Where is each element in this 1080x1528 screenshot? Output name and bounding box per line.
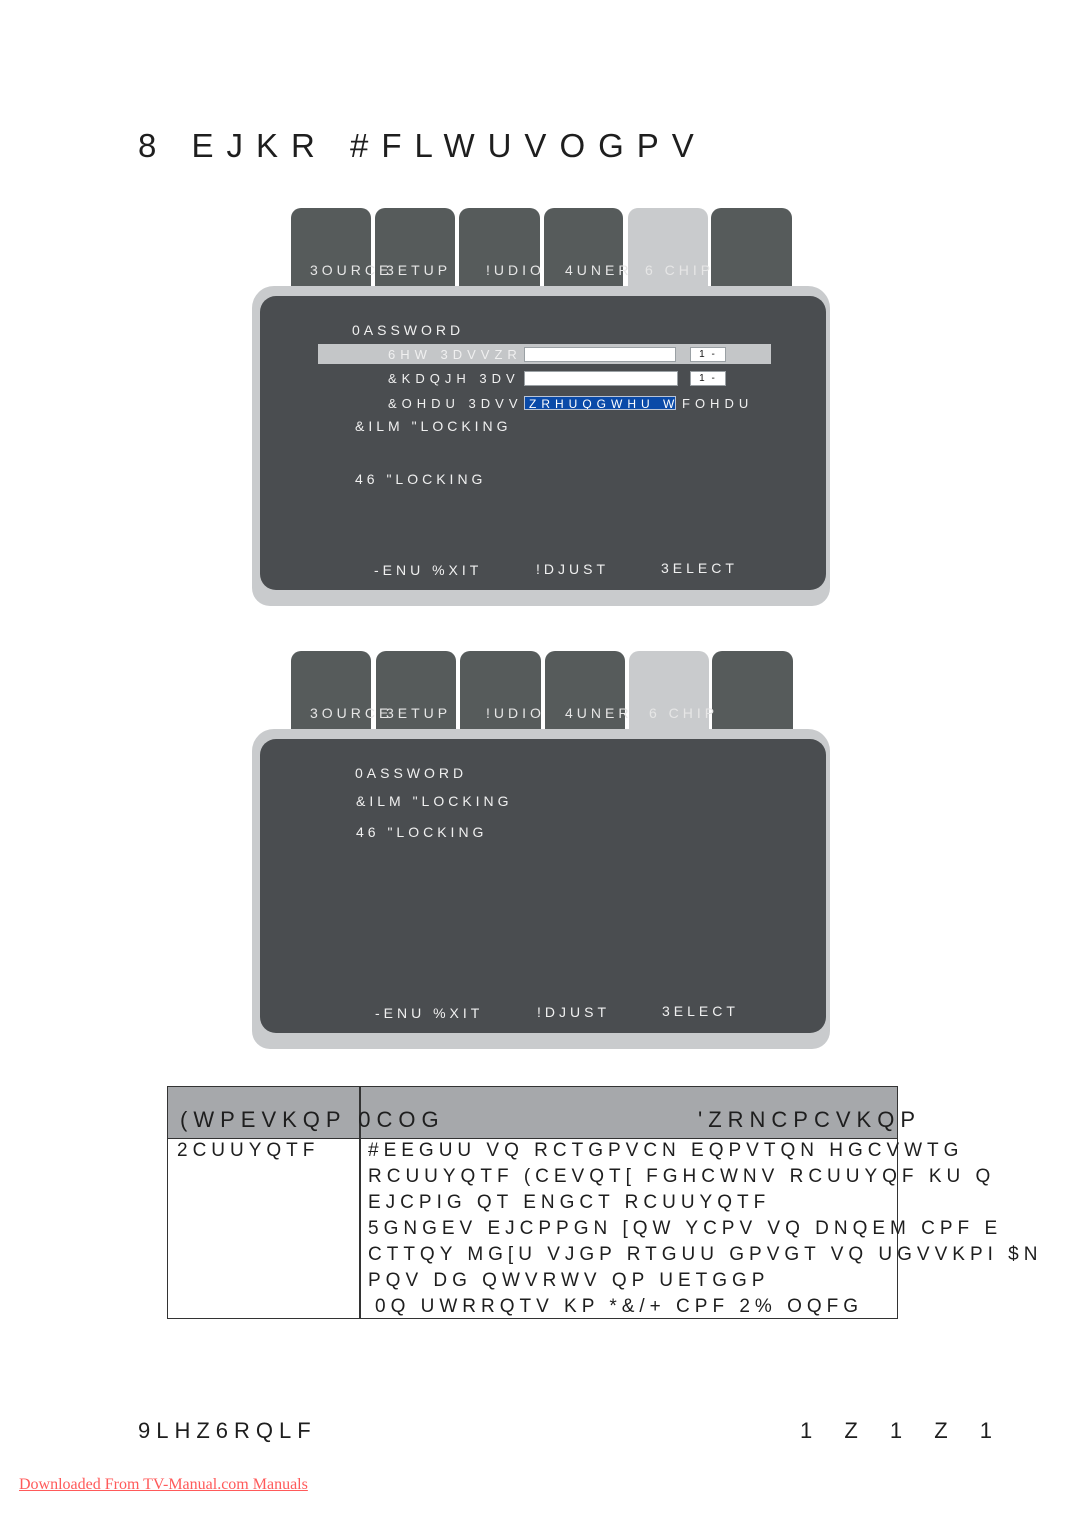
function-table: (WPEVKQP 0COG 'ZRNCPCVKQP 2CUUYQTF #EEGU… bbox=[167, 1086, 1037, 1319]
table-cell-name: 2CUUYQTF bbox=[177, 1140, 320, 1161]
set-password-chip: 1 - bbox=[690, 347, 726, 362]
tab-v-chip[interactable] bbox=[628, 208, 708, 298]
osd-menu-password-submenu: 3OURCE 3ETUP !UDIO 4UNER 6 CHIP 0ASSWORD… bbox=[252, 208, 832, 608]
tab-label-v-chip: 6 CHIP bbox=[649, 705, 719, 721]
tab-label-setup: 3ETUP bbox=[386, 262, 452, 278]
tab-label-setup: 3ETUP bbox=[386, 705, 452, 721]
tab-label-source: 3OURCE bbox=[310, 705, 393, 721]
tab-label-source: 3OURCE bbox=[310, 262, 393, 278]
osd-panel bbox=[260, 739, 826, 1033]
tab-audio[interactable] bbox=[460, 651, 541, 741]
tab-source[interactable] bbox=[291, 651, 371, 741]
table-cell-description-line: EJCPIG QT ENGCT RCUUYQTF bbox=[368, 1192, 771, 1213]
menu-item-film-blocking[interactable]: &ILM "LOCKING bbox=[356, 793, 513, 809]
change-password-input[interactable] bbox=[524, 371, 678, 386]
table-header-description: 'ZRNCPCVKQP bbox=[698, 1107, 921, 1132]
set-password-input[interactable] bbox=[524, 347, 676, 362]
submenu-change-password[interactable]: &KDQJH 3DV bbox=[388, 371, 520, 386]
tab-audio[interactable] bbox=[459, 208, 540, 298]
menu-item-tv-blocking[interactable]: 46 "LOCKING bbox=[355, 471, 486, 487]
clear-password-suffix: FOHDU bbox=[682, 396, 754, 411]
hint-select: 3ELECT bbox=[662, 1003, 739, 1019]
table-cell-description-line: RCUUYQTF (CEVQT[ FGHCWNV RCUUYQF KU Q bbox=[368, 1166, 996, 1187]
submenu-set-password[interactable]: 6HW 3DVVZR bbox=[388, 347, 522, 362]
menu-item-tv-blocking[interactable]: 46 "LOCKING bbox=[356, 824, 487, 840]
table-cell-description-line: 0Q UWRRQTV KP *&/+ CPF 2% OQFG bbox=[375, 1296, 864, 1317]
tab-setup[interactable] bbox=[375, 208, 455, 298]
tab-source[interactable] bbox=[291, 208, 371, 298]
tab-extra[interactable] bbox=[712, 651, 793, 741]
hint-adjust: !DJUST bbox=[536, 561, 609, 577]
submenu-clear-password[interactable]: &OHDU 3DVV bbox=[388, 396, 523, 411]
tab-v-chip[interactable] bbox=[629, 651, 709, 741]
clear-password-field[interactable]: ZRHUQGWHU WR bbox=[524, 396, 676, 410]
download-link[interactable]: Downloaded From TV-Manual.com Manuals bbox=[19, 1476, 308, 1494]
hint-select: 3ELECT bbox=[661, 560, 738, 576]
table-cell-description-line: 5GNGEV EJCPPGN [QW YCPV VQ DNQEM CPF E bbox=[368, 1218, 1003, 1239]
table-header-function: (WPEVKQP 0COG bbox=[180, 1107, 445, 1132]
hint-menu-exit: -ENU %XIT bbox=[375, 1005, 484, 1021]
osd-panel bbox=[260, 296, 826, 590]
hint-adjust: !DJUST bbox=[537, 1004, 610, 1020]
tab-extra[interactable] bbox=[711, 208, 792, 298]
hint-menu-exit: -ENU %XIT bbox=[374, 562, 483, 578]
menu-item-film-blocking[interactable]: &ILM "LOCKING bbox=[355, 418, 512, 434]
tab-label-tuner: 4UNER bbox=[565, 262, 633, 278]
osd-menu-vchip: 3OURCE 3ETUP !UDIO 4UNER 6 CHIP 0ASSWORD… bbox=[252, 651, 832, 1051]
footer-page-number: 1 Z 1 Z 1 bbox=[800, 1418, 999, 1443]
menu-item-password[interactable]: 0ASSWORD bbox=[352, 322, 464, 338]
page-title: 8 EJKR #FLWUVOGPV bbox=[138, 127, 707, 164]
tab-label-audio: !UDIO bbox=[486, 262, 545, 278]
menu-item-password[interactable]: 0ASSWORD bbox=[355, 765, 467, 781]
tab-label-audio: !UDIO bbox=[486, 705, 545, 721]
tab-tuner[interactable] bbox=[544, 208, 623, 298]
tab-tuner[interactable] bbox=[545, 651, 625, 741]
table-cell-description-line: CTTQY MG[U VJGP RTGUU GPVGT VQ UGVVKPI $… bbox=[368, 1244, 1043, 1265]
table-cell-description-line: #EEGUU VQ RCTGPVCN EQPVTQN HGCVWTG bbox=[368, 1140, 964, 1161]
tab-setup[interactable] bbox=[376, 651, 456, 741]
change-password-chip: 1 - bbox=[690, 371, 726, 386]
tab-label-v-chip: 6 CHIP bbox=[645, 262, 715, 278]
table-cell-description-line: PQV DG QWVRWV QP UETGGP bbox=[368, 1270, 770, 1291]
footer-model: 9LHZ6RQLF bbox=[138, 1418, 317, 1443]
tab-label-tuner: 4UNER bbox=[565, 705, 633, 721]
